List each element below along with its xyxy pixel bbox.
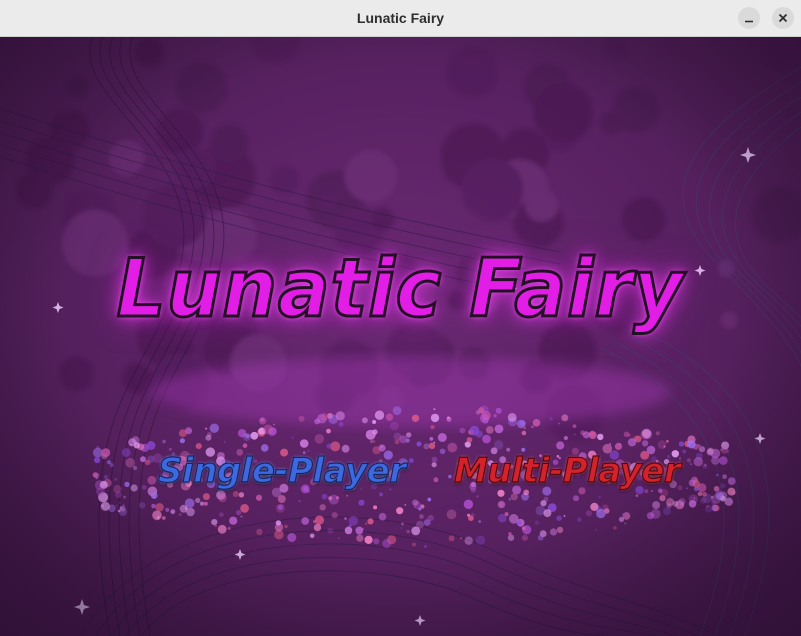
game-canvas: Lunatic Fairy Single-Player Multi-Player [0, 37, 801, 636]
title-bar: Lunatic Fairy [0, 0, 801, 37]
minimize-button[interactable] [738, 7, 760, 29]
close-button[interactable] [772, 7, 794, 29]
app-window: Lunatic Fairy Lunatic Fairy Single-Playe… [0, 0, 801, 636]
multi-player-button[interactable]: Multi-Player [453, 450, 681, 491]
game-title: Lunatic Fairy [115, 241, 685, 337]
background-art [0, 37, 801, 636]
window-title: Lunatic Fairy [356, 10, 445, 26]
single-player-button[interactable]: Single-Player [157, 450, 406, 491]
close-icon [778, 13, 788, 23]
minimize-icon [745, 20, 753, 23]
